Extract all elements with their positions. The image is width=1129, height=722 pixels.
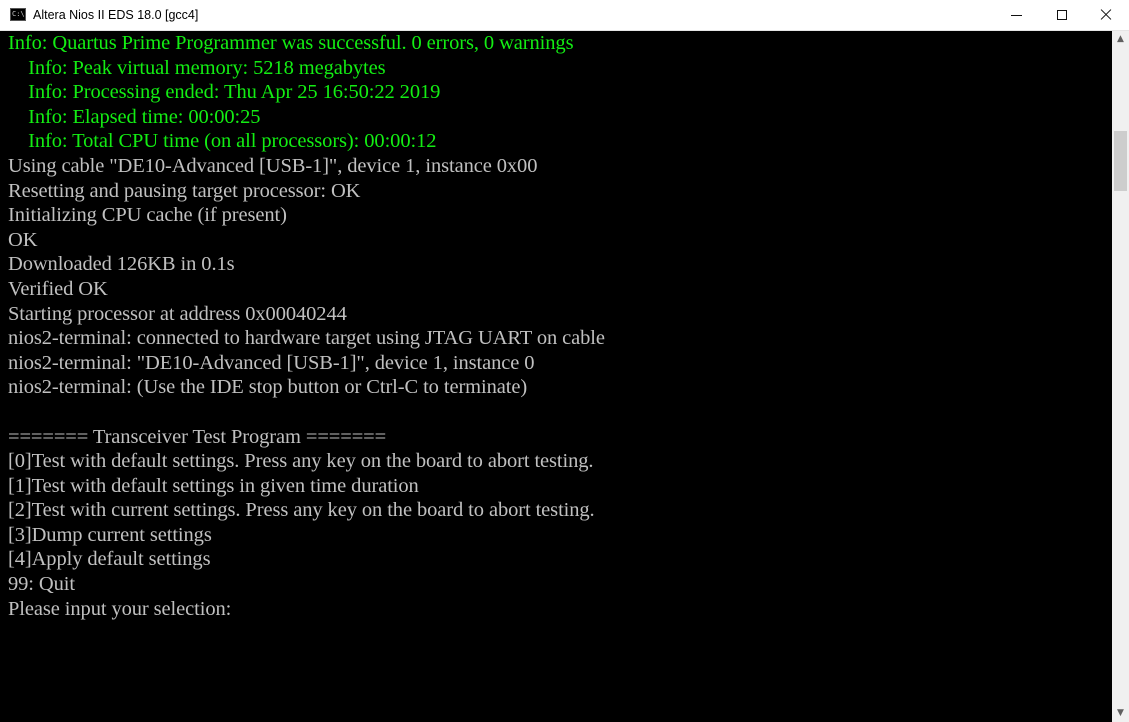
console-line: Info: Total CPU time (on all processors)… bbox=[8, 130, 437, 153]
scroll-up-button[interactable]: ▲ bbox=[1112, 31, 1129, 48]
console-line: [2]Test with current settings. Press any… bbox=[8, 499, 595, 522]
console-line: Info: Peak virtual memory: 5218 megabyte… bbox=[8, 56, 386, 79]
vertical-scrollbar[interactable]: ▲ ▼ bbox=[1112, 31, 1129, 722]
console-line: [4]Apply default settings bbox=[8, 548, 211, 571]
scrollbar-thumb[interactable] bbox=[1114, 131, 1127, 191]
console-line: Downloaded 126KB in 0.1s bbox=[8, 253, 235, 276]
console-line: Resetting and pausing target processor: … bbox=[8, 179, 361, 202]
console-line: Verified OK bbox=[8, 277, 108, 300]
console-line: nios2-terminal: "DE10-Advanced [USB-1]",… bbox=[8, 351, 535, 374]
console-line: Using cable "DE10-Advanced [USB-1]", dev… bbox=[8, 154, 538, 177]
console-line: nios2-terminal: (Use the IDE stop button… bbox=[8, 376, 528, 399]
console-line: [3]Dump current settings bbox=[8, 523, 212, 546]
console-line: Info: Quartus Prime Programmer was succe… bbox=[8, 32, 574, 54]
chevron-up-icon: ▲ bbox=[1117, 34, 1124, 44]
console-lines: Info: Quartus Prime Programmer was succe… bbox=[0, 31, 1112, 621]
scroll-down-button[interactable]: ▼ bbox=[1112, 705, 1129, 722]
maximize-button[interactable] bbox=[1039, 0, 1085, 30]
console-line: Please input your selection: bbox=[8, 597, 232, 620]
console-line: [1]Test with default settings in given t… bbox=[8, 474, 419, 497]
console-line: Info: Processing ended: Thu Apr 25 16:50… bbox=[8, 81, 441, 104]
console-line: OK bbox=[8, 228, 38, 251]
console-line: [0]Test with default settings. Press any… bbox=[8, 450, 594, 473]
maximize-icon bbox=[1057, 10, 1067, 20]
console-line: nios2-terminal: connected to hardware ta… bbox=[8, 327, 605, 350]
console-app-icon[interactable]: C:\ bbox=[10, 8, 26, 21]
console-line: Starting processor at address 0x00040244 bbox=[8, 302, 347, 325]
console-line: Initializing CPU cache (if present) bbox=[8, 204, 287, 227]
console-window: C:\ Altera Nios II EDS 18.0 [gcc4] Info:… bbox=[0, 0, 1129, 722]
chevron-down-icon: ▼ bbox=[1117, 708, 1124, 718]
console-line: 99: Quit bbox=[8, 573, 75, 596]
console-output[interactable]: Info: Quartus Prime Programmer was succe… bbox=[0, 31, 1112, 722]
console-line: ======= Transceiver Test Program ======= bbox=[8, 425, 387, 448]
minimize-button[interactable] bbox=[993, 0, 1039, 30]
close-button[interactable] bbox=[1083, 0, 1129, 30]
close-icon bbox=[1100, 8, 1112, 20]
window-title: Altera Nios II EDS 18.0 [gcc4] bbox=[33, 8, 199, 22]
console-line: Info: Elapsed time: 00:00:25 bbox=[8, 105, 261, 128]
minimize-icon bbox=[1011, 15, 1022, 16]
title-bar[interactable]: C:\ Altera Nios II EDS 18.0 [gcc4] bbox=[0, 0, 1129, 31]
